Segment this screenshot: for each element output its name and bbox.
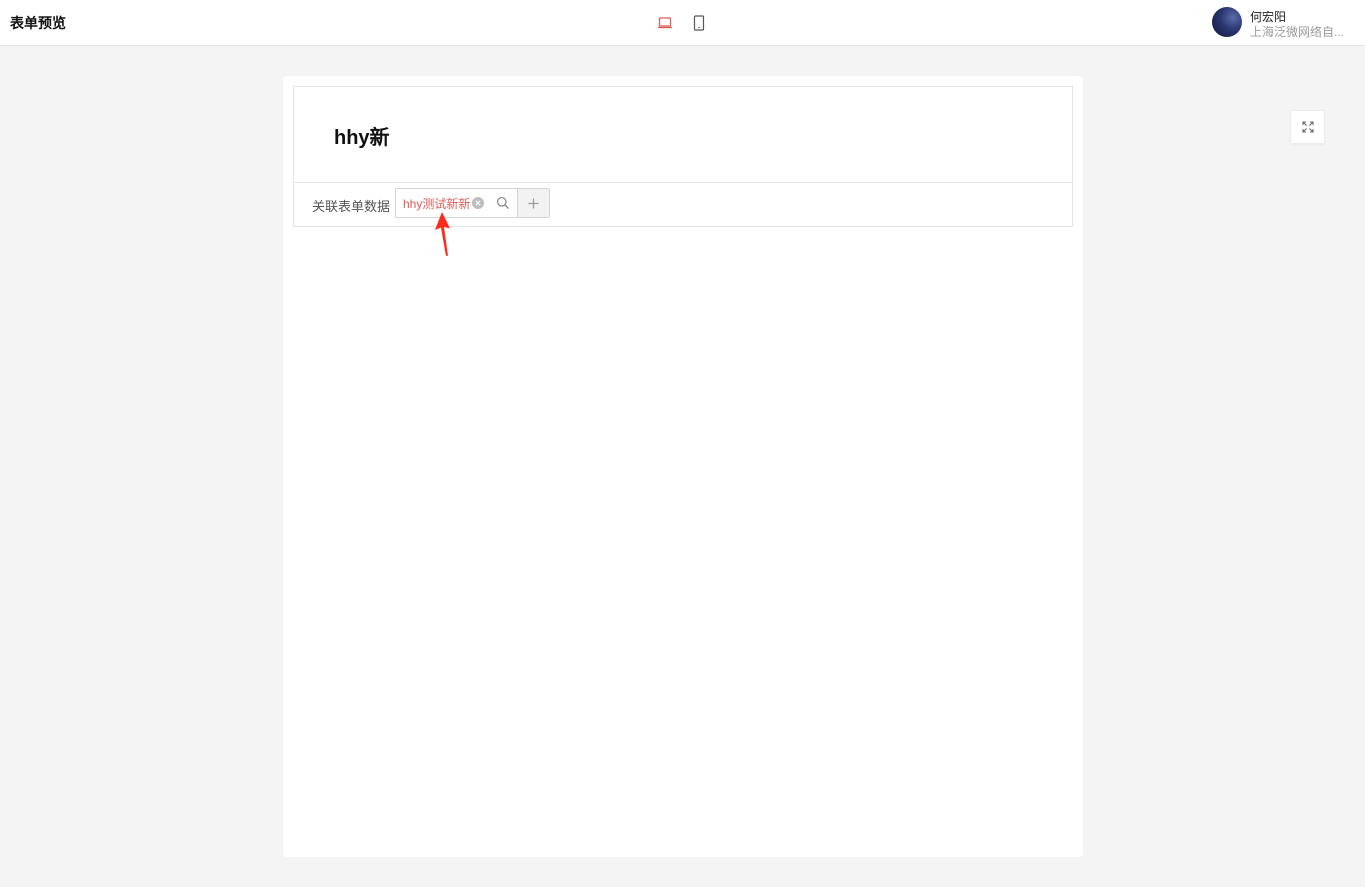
device-switch (656, 12, 708, 34)
close-icon (475, 200, 481, 206)
field-label: 关联表单数据 (312, 199, 391, 214)
related-record-link[interactable]: hhy测试新新 (403, 195, 470, 212)
laptop-icon (658, 17, 672, 29)
search-icon[interactable] (496, 196, 510, 210)
expand-icon (1301, 121, 1314, 133)
user-organization: 上海泛微网络自... (1250, 25, 1345, 39)
fullscreen-button[interactable] (1290, 110, 1325, 144)
page-title: 表单预览 (10, 15, 66, 31)
top-bar: 表单预览 何宏阳 上海泛微网络自... (0, 0, 1365, 46)
form-title: hhy新 (334, 127, 390, 149)
add-button[interactable] (517, 189, 549, 217)
plus-icon (528, 198, 539, 208)
avatar[interactable] (1212, 7, 1242, 37)
related-form-data-field[interactable]: hhy测试新新 (395, 188, 550, 218)
form-body: hhy新 关联表单数据 hhy测试新新 (293, 86, 1073, 227)
mobile-view-button[interactable] (690, 13, 708, 33)
user-menu[interactable]: 何宏阳 上海泛微网络自... (1212, 6, 1362, 40)
form-field-row: 关联表单数据 hhy测试新新 (294, 183, 1072, 227)
form-header: hhy新 (294, 87, 1072, 183)
clear-value-button[interactable] (472, 197, 485, 209)
form-preview-card: hhy新 关联表单数据 hhy测试新新 (283, 76, 1083, 857)
annotation-arrow-icon (435, 212, 450, 256)
desktop-view-button[interactable] (656, 13, 674, 33)
related-value-area[interactable]: hhy测试新新 (396, 189, 517, 217)
mobile-icon (693, 15, 705, 31)
